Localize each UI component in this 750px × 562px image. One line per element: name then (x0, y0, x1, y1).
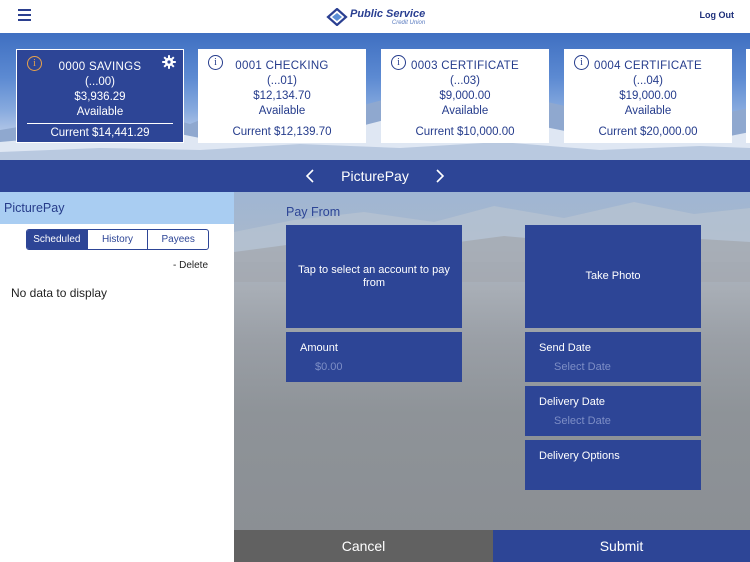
account-current: Current $10,000.00 (415, 126, 515, 138)
picturepay-list-panel: PicturePay Scheduled History Payees - De… (0, 192, 234, 562)
delivery-options-label: Delivery Options (539, 450, 620, 462)
logo-mark-icon (326, 8, 348, 26)
send-date-label: Send Date (539, 342, 591, 354)
section-nav-bar: PicturePay (0, 160, 750, 192)
logout-button[interactable]: Log Out (700, 10, 735, 20)
cancel-button[interactable]: Cancel (234, 530, 493, 562)
logo-sub-text: Credit Union (391, 19, 426, 26)
account-mask: (...00) (84, 76, 116, 88)
info-icon[interactable]: i (27, 56, 42, 71)
account-name: 0004 CERTIFICATE (594, 60, 702, 72)
chevron-right-icon[interactable] (433, 168, 447, 184)
gear-icon[interactable] (162, 55, 176, 69)
account-name: 0001 CHECKING (235, 60, 329, 72)
account-balance: $19,000.00 (619, 90, 677, 102)
amount-field[interactable]: Amount $0.00 (286, 332, 462, 382)
accounts-banner: i 0000 SAVINGS (...00) $3,936.29 Availab… (0, 33, 750, 160)
account-mask: (...01) (266, 75, 298, 87)
info-icon[interactable]: i (391, 55, 406, 70)
account-card-certificate-03[interactable]: i 0003 CERTIFICATE (...03) $9,000.00 Ava… (381, 49, 549, 143)
account-status: Available (624, 105, 672, 117)
delete-button[interactable]: - Delete (173, 260, 208, 271)
panel-title: PicturePay (0, 192, 234, 224)
take-photo-button[interactable]: Take Photo (525, 225, 701, 328)
submit-button[interactable]: Submit (493, 530, 750, 562)
tab-scheduled[interactable]: Scheduled (27, 230, 87, 249)
send-date-field[interactable]: Send Date Select Date (525, 332, 701, 382)
tab-segmented-control: Scheduled History Payees (26, 229, 209, 250)
account-status: Available (441, 105, 489, 117)
tab-payees[interactable]: Payees (147, 230, 208, 249)
card-divider (27, 123, 173, 124)
amount-label: Amount (300, 342, 338, 354)
hamburger-menu-icon[interactable] (18, 9, 31, 21)
select-account-button[interactable]: Tap to select an account to pay from (286, 225, 462, 328)
account-mask: (...03) (449, 75, 481, 87)
picturepay-form-panel: Pay From Tap to select an account to pay… (234, 192, 750, 562)
account-status: Available (258, 105, 306, 117)
top-bar: Public Service Credit Union Log Out (0, 0, 750, 33)
account-status: Available (76, 106, 124, 118)
delivery-options-field[interactable]: Delivery Options (525, 440, 701, 490)
account-current: Current $12,139.70 (232, 126, 332, 138)
empty-state-text: No data to display (11, 286, 108, 300)
info-icon[interactable]: i (574, 55, 589, 70)
delivery-date-label: Delivery Date (539, 396, 606, 408)
take-photo-text: Take Photo (585, 270, 641, 282)
account-mask: (...04) (632, 75, 664, 87)
amount-placeholder: $0.00 (315, 361, 343, 373)
account-balance: $3,936.29 (74, 91, 126, 103)
logo: Public Service Credit Union (326, 7, 425, 27)
account-card-partial[interactable] (746, 49, 750, 143)
info-icon[interactable]: i (208, 55, 223, 70)
delivery-date-placeholder: Select Date (554, 415, 611, 427)
send-date-placeholder: Select Date (554, 361, 611, 373)
tab-history[interactable]: History (86, 230, 148, 249)
select-account-text: Tap to select an account to pay from (298, 263, 450, 289)
account-name: 0003 CERTIFICATE (411, 60, 519, 72)
account-balance: $9,000.00 (439, 90, 491, 102)
account-current: Current $14,441.29 (50, 127, 150, 139)
account-current: Current $20,000.00 (598, 126, 698, 138)
account-card-certificate-04[interactable]: i 0004 CERTIFICATE (...04) $19,000.00 Av… (564, 49, 732, 143)
account-card-savings[interactable]: i 0000 SAVINGS (...00) $3,936.29 Availab… (16, 49, 184, 143)
account-card-checking[interactable]: i 0001 CHECKING (...01) $12,134.70 Avail… (198, 49, 366, 143)
logo-main-text: Public Service (350, 7, 426, 20)
pay-from-label: Pay From (286, 205, 341, 219)
account-balance: $12,134.70 (253, 90, 311, 102)
delivery-date-field[interactable]: Delivery Date Select Date (525, 386, 701, 436)
section-title: PicturePay (341, 168, 409, 184)
